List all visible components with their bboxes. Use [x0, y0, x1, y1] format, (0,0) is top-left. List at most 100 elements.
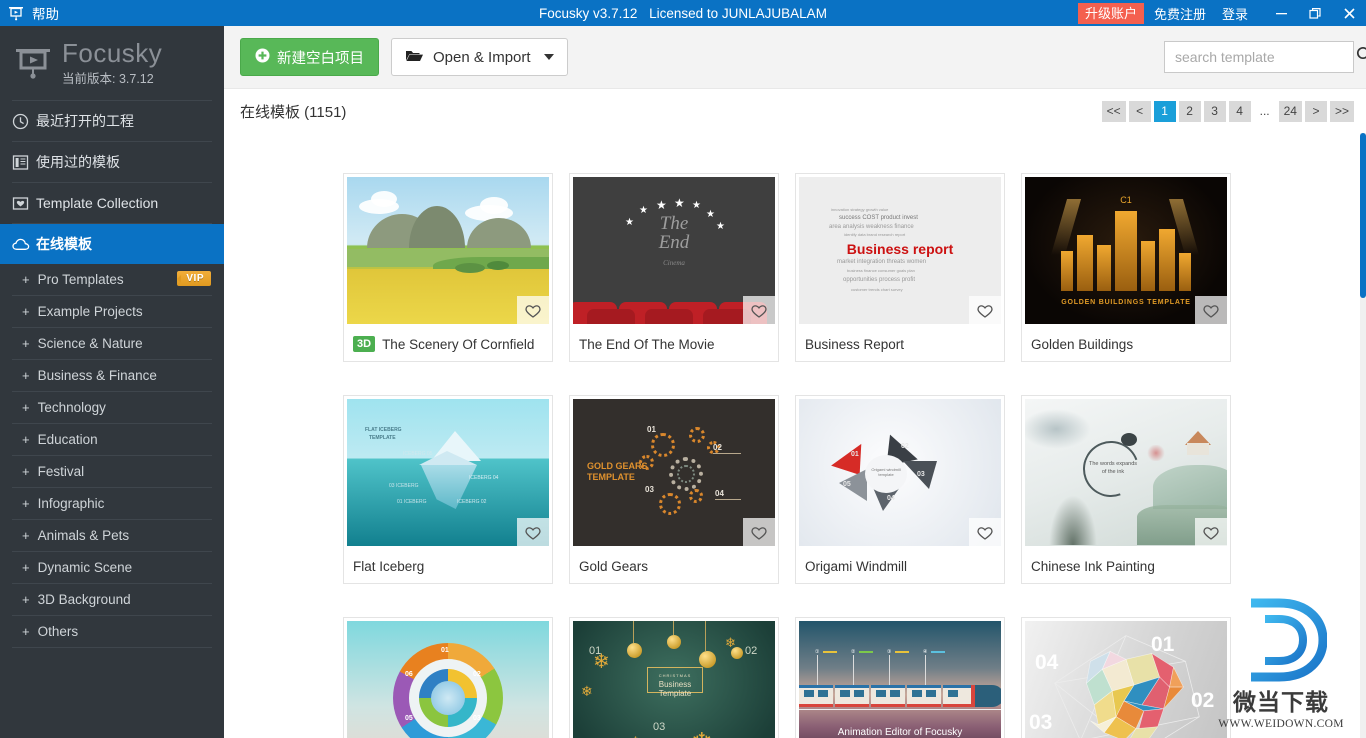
template-card[interactable]: FLAT ICEBERG TEMPLATE ICEBERG 05 ICEBERG…: [343, 395, 553, 584]
login-link[interactable]: 登录: [1222, 4, 1248, 23]
sidebar-item-template-collection[interactable]: Template Collection: [0, 183, 224, 223]
minimize-button[interactable]: [1264, 0, 1298, 26]
template-thumbnail[interactable]: ★ ★ ★ ★ ★ ★ ★ The End Cinema: [573, 177, 775, 324]
sidebar-category-others[interactable]: + Others: [0, 616, 224, 647]
favorite-button[interactable]: [1195, 296, 1227, 324]
sidebar-item-label: 在线模板: [36, 236, 92, 252]
search-box[interactable]: [1164, 41, 1366, 73]
template-thumbnail[interactable]: ❄ ❄ ❄ ❄ ❄ 01 02 03 CHRISTMAS Business Te…: [573, 621, 775, 738]
page-ellipsis: ...: [1259, 104, 1270, 118]
infographic-wheel-artwork: 01 02 03 04 05 06: [347, 621, 549, 738]
maximize-button[interactable]: [1298, 0, 1332, 26]
template-thumbnail[interactable]: Origami windmill template 01 02 03 04 05: [799, 399, 1001, 546]
heart-outline-icon: [751, 304, 767, 318]
page-3-button[interactable]: 3: [1203, 100, 1226, 122]
content-scrollbar[interactable]: [1360, 133, 1366, 738]
template-card[interactable]: GOLD GEARS TEMPLATE 01 02 03 04 Gold Gea…: [569, 395, 779, 584]
template-card[interactable]: Origami windmill template 01 02 03 04 05: [795, 395, 1005, 584]
sidebar-category-business-finance[interactable]: + Business & Finance: [0, 360, 224, 391]
new-blank-project-button[interactable]: 新建空白项目: [240, 38, 379, 76]
train-artwork: ① ② ③ ④ Animation Editor of Focusky: [799, 621, 1001, 738]
sidebar-category-pro-templates[interactable]: + Pro Templates VIP: [0, 264, 224, 295]
template-card[interactable]: 3D The Scenery Of Cornfield: [343, 173, 553, 362]
free-register-link[interactable]: 免费注册: [1154, 4, 1206, 23]
sidebar-category-infographic[interactable]: + Infographic: [0, 488, 224, 519]
template-thumbnail[interactable]: The words expands of the ink: [1025, 399, 1227, 546]
upgrade-account-button[interactable]: 升级账户: [1077, 2, 1144, 24]
favorite-button[interactable]: [743, 296, 775, 324]
template-label: Chinese Ink Painting: [1022, 549, 1230, 583]
content-subheader: 在线模板 (1151) << < 1 2 3 4 ... 24 > >>: [224, 89, 1366, 133]
template-card[interactable]: 01 02 03 04 05 06: [343, 617, 553, 738]
favorite-button[interactable]: [969, 296, 1001, 324]
favorite-button[interactable]: [743, 518, 775, 546]
plus-icon: +: [22, 400, 30, 415]
favorite-button[interactable]: [1195, 518, 1227, 546]
sidebar-item-used-templates[interactable]: 使用过的模板: [0, 142, 224, 182]
minimize-icon: [1275, 12, 1287, 14]
sidebar-category-dynamic-scene[interactable]: + Dynamic Scene: [0, 552, 224, 583]
template-card[interactable]: The words expands of the ink Chinese Ink…: [1021, 395, 1231, 584]
template-card[interactable]: ★ ★ ★ ★ ★ ★ ★ The End Cinema The End Of …: [569, 173, 779, 362]
plus-icon: +: [22, 560, 30, 575]
template-thumbnail[interactable]: GOLD GEARS TEMPLATE 01 02 03 04: [573, 399, 775, 546]
page-24-button[interactable]: 24: [1278, 100, 1302, 122]
book-icon: [12, 154, 36, 171]
template-title: The End Of The Movie: [579, 336, 715, 352]
template-card[interactable]: 01 02 03 04: [1021, 617, 1231, 738]
heart-outline-icon: [525, 526, 541, 540]
template-thumbnail[interactable]: 01 02 03 04 05 06: [347, 621, 549, 738]
template-card[interactable]: innovation strategy growth value success…: [795, 173, 1005, 362]
plus-icon: +: [22, 624, 30, 639]
template-card[interactable]: C1 GOLDEN BUILDINGS TEMPLATE Golden Buil…: [1021, 173, 1231, 362]
page-next-button[interactable]: >: [1304, 100, 1327, 122]
template-thumbnail[interactable]: [347, 177, 549, 324]
search-icon[interactable]: [1356, 46, 1366, 68]
xmas-num-01: 01: [589, 645, 602, 657]
search-input[interactable]: [1175, 49, 1356, 65]
brand-version: 当前版本: 3.7.12: [62, 71, 154, 86]
page-last-button[interactable]: >>: [1329, 100, 1354, 122]
close-button[interactable]: [1332, 0, 1366, 26]
sidebar-item-recent-projects[interactable]: 最近打开的工程: [0, 101, 224, 141]
page-4-button[interactable]: 4: [1228, 100, 1251, 122]
template-grid: 3D The Scenery Of Cornfield ★ ★ ★ ★ ★ ★ …: [224, 133, 1366, 738]
folder-icon: [405, 48, 424, 67]
template-thumbnail[interactable]: FLAT ICEBERG TEMPLATE ICEBERG 05 ICEBERG…: [347, 399, 549, 546]
sidebar-category-3d-background[interactable]: + 3D Background: [0, 584, 224, 615]
sidebar-category-example-projects[interactable]: + Example Projects: [0, 296, 224, 327]
open-import-button[interactable]: Open & Import: [391, 38, 568, 76]
favorite-button[interactable]: [517, 296, 549, 324]
badge-3d: 3D: [353, 335, 376, 353]
xmas-title-1: CHRISTMAS: [658, 673, 692, 678]
sidebar-category-festival[interactable]: + Festival: [0, 456, 224, 487]
template-card[interactable]: ① ② ③ ④ Animation Editor of Focusky: [795, 617, 1005, 738]
template-card[interactable]: ❄ ❄ ❄ ❄ ❄ 01 02 03 CHRISTMAS Business Te…: [569, 617, 779, 738]
sidebar-category-animals-pets[interactable]: + Animals & Pets: [0, 520, 224, 551]
template-title: Origami Windmill: [805, 558, 908, 574]
template-thumbnail[interactable]: ① ② ③ ④ Animation Editor of Focusky: [799, 621, 1001, 738]
open-import-label: Open & Import: [433, 48, 531, 66]
sidebar-category-technology[interactable]: + Technology: [0, 392, 224, 423]
page-prev-button[interactable]: <: [1128, 100, 1151, 122]
sidebar-category-science-nature[interactable]: + Science & Nature: [0, 328, 224, 359]
template-label: The End Of The Movie: [570, 327, 778, 361]
favorite-button[interactable]: [517, 518, 549, 546]
sidebar-item-online-templates[interactable]: 在线模板: [0, 224, 224, 264]
sidebar-category-education[interactable]: + Education: [0, 424, 224, 455]
template-thumbnail[interactable]: innovation strategy growth value success…: [799, 177, 1001, 324]
template-grid-area: 3D The Scenery Of Cornfield ★ ★ ★ ★ ★ ★ …: [224, 133, 1366, 738]
favorite-button[interactable]: [969, 518, 1001, 546]
sidebar: Focusky 当前版本: 3.7.12 最近打开的工程 使用过的模板 Temp…: [0, 26, 224, 738]
page-first-button[interactable]: <<: [1101, 100, 1126, 122]
help-menu-item[interactable]: 帮助: [32, 3, 59, 23]
ci-title-2: of the ink: [1101, 469, 1125, 475]
scrollbar-thumb[interactable]: [1360, 133, 1366, 298]
heart-box-icon: [12, 195, 36, 212]
ice-label-05: ICEBERG 05: [403, 451, 433, 457]
page-1-button[interactable]: 1: [1153, 100, 1176, 122]
template-thumbnail[interactable]: 01 02 03 04: [1025, 621, 1227, 738]
template-thumbnail[interactable]: C1 GOLDEN BUILDINGS TEMPLATE: [1025, 177, 1227, 324]
page-2-button[interactable]: 2: [1178, 100, 1201, 122]
restore-icon: [1308, 7, 1321, 19]
